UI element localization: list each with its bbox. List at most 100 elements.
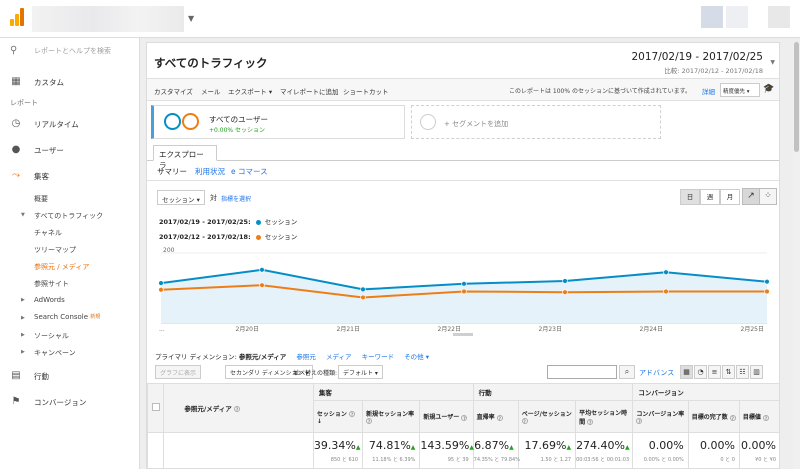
help-icon[interactable]: ? xyxy=(729,414,736,421)
sidebar-search[interactable]: ⚲ レポートとヘルプを検索 xyxy=(0,38,140,64)
analytics-logo[interactable] xyxy=(10,8,24,26)
help-icon[interactable]: ? xyxy=(461,414,468,421)
sidebar-item-behavior[interactable]: ▤ 行動 xyxy=(0,366,140,386)
select-metric-link[interactable]: 指標を選択 xyxy=(221,194,251,203)
dashboard-icon: ▦ xyxy=(11,76,21,87)
plot-rows-button[interactable]: グラフに表示 xyxy=(155,365,202,379)
sidebar-item-custom[interactable]: ▦ カスタム xyxy=(0,72,140,92)
caret-right-icon[interactable]: ▶ xyxy=(21,315,25,321)
apps-icon[interactable] xyxy=(726,6,748,28)
help-icon[interactable]: ? xyxy=(587,419,594,425)
sidebar-item-social[interactable]: ソーシャル xyxy=(34,331,69,341)
sidebar-item-realtime[interactable]: ◷ リアルタイム xyxy=(0,114,140,134)
x-tick-label: 2月25日 xyxy=(741,326,764,333)
granularity-month[interactable]: 月 xyxy=(720,189,740,205)
sidebar-item-campaigns[interactable]: キャンペーン xyxy=(34,348,76,358)
metric-dropdown[interactable]: セッション ▾ xyxy=(157,190,205,205)
col-goal-completions[interactable]: 目標の完了数 ? xyxy=(687,400,740,433)
page-scrollbar[interactable] xyxy=(793,42,800,469)
caret-right-icon[interactable]: ▶ xyxy=(21,297,25,303)
sidebar-item-adwords[interactable]: AdWords xyxy=(34,296,65,304)
data-point xyxy=(764,288,770,295)
help-icon[interactable]: ? xyxy=(763,414,770,421)
col-new-users[interactable]: 新規ユーザー ? xyxy=(419,400,474,433)
col-avg-session-duration[interactable]: 平均セッション時間 ? xyxy=(575,400,634,433)
sidebar-item-search-console[interactable]: Search Console 新規 xyxy=(34,313,100,321)
sidebar-item-conversions[interactable]: ⚑ コンバージョン xyxy=(0,392,140,412)
tab-explorer[interactable]: エクスプローラ xyxy=(153,145,217,170)
legend-dot-icon xyxy=(255,219,261,225)
sort-desc-icon[interactable]: ↓ xyxy=(317,418,322,425)
help-icon[interactable]: ? xyxy=(366,418,373,424)
col-new-session-rate[interactable]: 新規セッション率 ? xyxy=(362,400,421,433)
export-button[interactable]: エクスポート ▾ xyxy=(228,86,272,96)
data-table: 参照元/メディア ? 集客 行動 コンバージョン セッション ? ↓ 新規セッシ… xyxy=(147,383,779,468)
scrollbar-thumb[interactable] xyxy=(794,42,799,152)
col-conversion-rate[interactable]: コンバージョン率 ? xyxy=(632,400,689,433)
line-chart-icon[interactable]: ↗ xyxy=(742,188,760,205)
add-to-dashboard-button[interactable]: マイレポートに追加 xyxy=(280,86,339,96)
caret-right-icon[interactable]: ▶ xyxy=(21,332,25,338)
table-view-icon[interactable]: ▦ xyxy=(680,365,693,379)
graduation-cap-icon[interactable]: 🎓 xyxy=(763,84,774,94)
term-cloud-icon[interactable]: ☷ xyxy=(736,365,749,379)
resize-handle-icon xyxy=(453,333,473,336)
subtab-usage[interactable]: 利用状況 xyxy=(195,166,225,177)
help-icon[interactable]: ? xyxy=(496,414,503,421)
granularity-day[interactable]: 日 xyxy=(680,189,700,205)
notification-icon[interactable] xyxy=(701,6,723,28)
dimension-column-header[interactable]: 参照元/メディア ? xyxy=(163,383,314,433)
account-selector[interactable] xyxy=(32,6,184,32)
shortcut-button[interactable]: ショートカット xyxy=(343,86,389,96)
pie-view-icon[interactable]: ◔ xyxy=(694,365,707,379)
help-icon[interactable]: ? xyxy=(636,418,643,424)
sidebar-item-acquisition[interactable]: ⤳ 集客 xyxy=(0,166,140,186)
subtab-ecommerce[interactable]: e コマース xyxy=(231,166,268,177)
sidebar-item-treemaps[interactable]: ツリーマップ xyxy=(34,245,76,255)
help-icon[interactable]: ? xyxy=(521,418,528,424)
dimension-medium[interactable]: メディア xyxy=(326,353,352,361)
caret-right-icon[interactable]: ▶ xyxy=(21,349,25,355)
chevron-down-icon[interactable]: ▼ xyxy=(188,14,194,23)
sidebar-item-referrals[interactable]: 参照サイト xyxy=(34,279,69,289)
help-icon[interactable]: ? xyxy=(349,411,356,417)
legend-previous: 2017/02/12 - 2017/02/18: セッション xyxy=(159,233,298,241)
legend-current: 2017/02/19 - 2017/02/25: セッション xyxy=(159,218,298,226)
search-icon[interactable]: ⌕ xyxy=(619,365,635,379)
pivot-view-icon[interactable]: ▥ xyxy=(750,365,763,379)
search-placeholder: レポートとヘルプを検索 xyxy=(34,47,111,55)
dimension-source[interactable]: 参照元 xyxy=(296,353,316,361)
col-sessions[interactable]: セッション ? ↓ xyxy=(312,400,364,433)
customize-button[interactable]: カスタマイズ xyxy=(154,86,193,96)
sidebar-item-all-traffic[interactable]: すべてのトラフィック xyxy=(34,211,103,221)
sidebar-item-audience[interactable]: ● ユーザー xyxy=(0,140,140,160)
sidebar-item-source-medium[interactable]: 参照元 / メディア xyxy=(34,262,89,272)
sort-type-dropdown[interactable]: デフォルト ▾ xyxy=(338,365,383,379)
granularity-week[interactable]: 週 xyxy=(700,189,720,205)
motion-chart-icon[interactable]: ⁘ xyxy=(759,188,777,205)
performance-view-icon[interactable]: ≡ xyxy=(708,365,721,379)
avatar[interactable] xyxy=(768,6,790,28)
report-header: すべてのトラフィック 2017/02/19 - 2017/02/25 比較: 2… xyxy=(147,43,779,79)
col-pages-per-session[interactable]: ページ/セッション ? xyxy=(517,400,577,433)
advanced-filter-link[interactable]: アドバンス xyxy=(639,368,674,378)
add-segment-button[interactable]: + セグメントを追加 xyxy=(411,105,661,139)
caret-down-icon[interactable]: ▼ xyxy=(21,212,25,218)
email-button[interactable]: メール xyxy=(201,86,221,96)
details-link[interactable]: 詳細 xyxy=(702,86,715,96)
sidebar-item-overview[interactable]: 概要 xyxy=(34,194,48,204)
chevron-down-icon[interactable]: ▼ xyxy=(770,59,775,66)
help-icon[interactable]: ? xyxy=(234,406,241,412)
dimension-keyword[interactable]: キーワード xyxy=(362,353,395,361)
select-all-checkbox[interactable] xyxy=(147,383,165,433)
table-search-input[interactable] xyxy=(547,365,617,379)
col-goal-value[interactable]: 目標値 ? xyxy=(738,400,779,433)
precision-dropdown[interactable]: 精度優先 ▾ xyxy=(720,83,760,97)
sidebar-item-channels[interactable]: チャネル xyxy=(34,228,62,238)
search-icon: ⚲ xyxy=(10,45,18,56)
segment-all-users[interactable]: すべてのユーザー +0.00% セッション xyxy=(151,105,405,139)
date-range-picker[interactable]: 2017/02/19 - 2017/02/25 比較: 2017/02/12 -… xyxy=(631,51,763,75)
comparison-view-icon[interactable]: ⇅ xyxy=(722,365,735,379)
col-bounce-rate[interactable]: 直帰率 ? xyxy=(472,400,519,433)
dimension-other[interactable]: その他 ▾ xyxy=(404,353,429,361)
